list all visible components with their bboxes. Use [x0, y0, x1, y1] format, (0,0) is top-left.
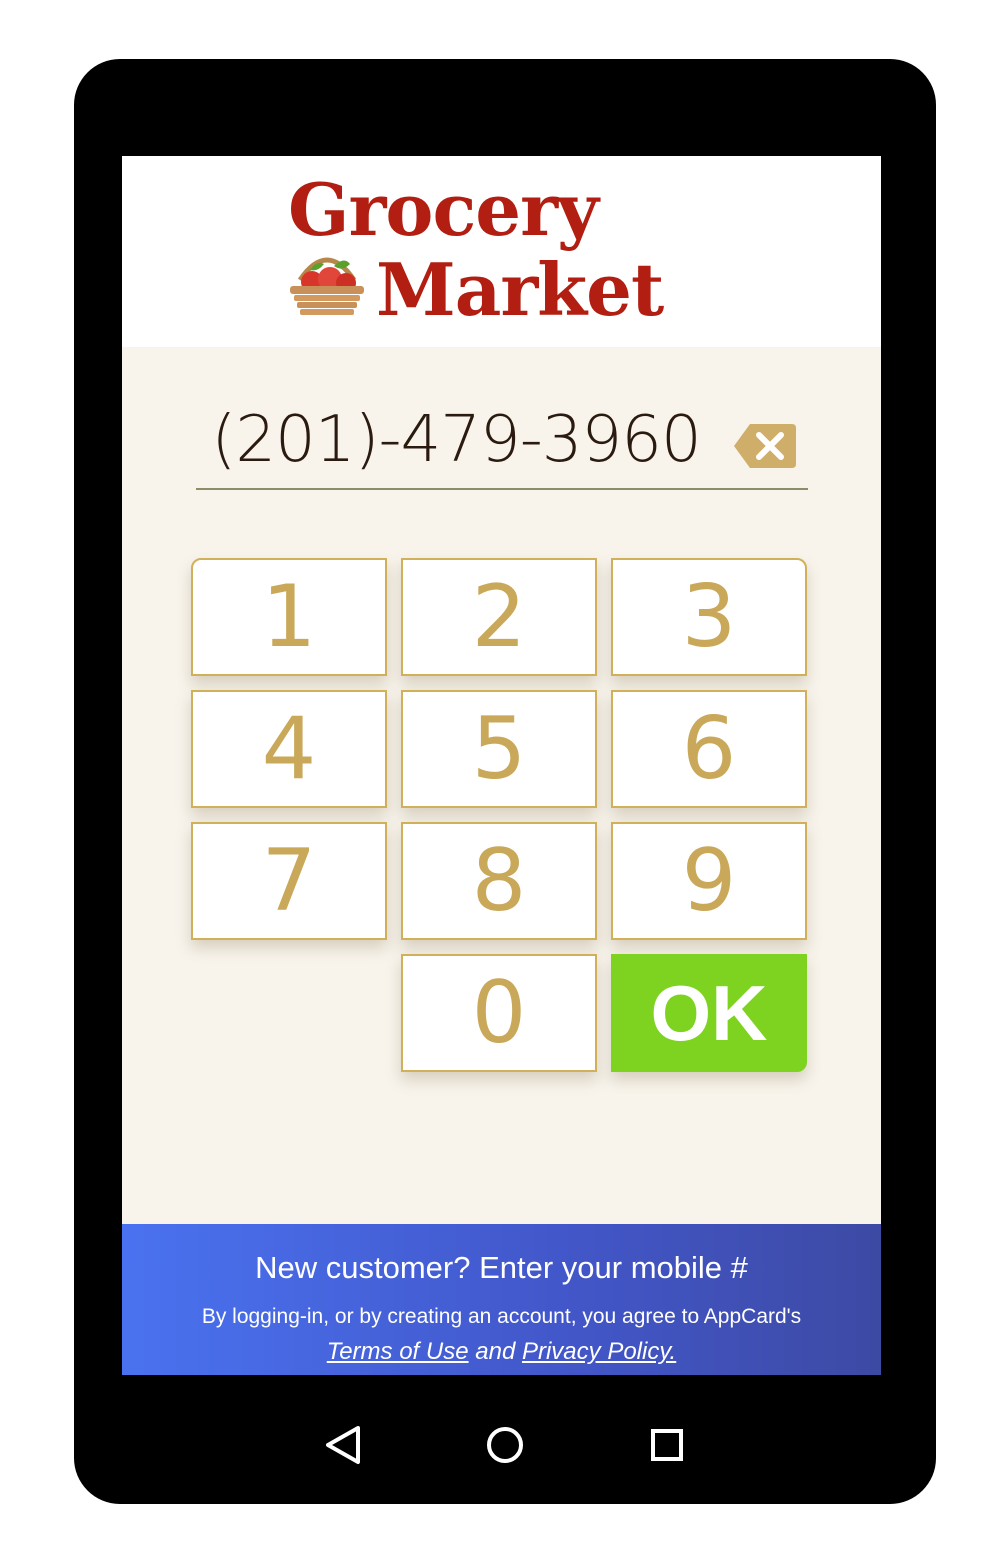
key-9[interactable]: 9 [611, 822, 807, 940]
legal-text: By logging-in, or by creating an account… [201, 1305, 802, 1328]
legal-links: Terms of Use and Privacy Policy. [122, 1336, 881, 1368]
key-8[interactable]: 8 [401, 822, 597, 940]
android-nav-bar [74, 1390, 936, 1500]
key-4[interactable]: 4 [191, 690, 387, 808]
key-0[interactable]: 0 [401, 954, 597, 1072]
home-circle-icon[interactable] [480, 1420, 530, 1470]
key-3[interactable]: 3 [611, 558, 807, 676]
app-screen: Grocery Market (201)-479-3960 1 2 3 4 5 … [122, 156, 881, 1375]
logo-line1: Grocery [288, 167, 599, 252]
key-5[interactable]: 5 [401, 690, 597, 808]
phone-number-display[interactable]: (201)-479-3960 [196, 400, 716, 480]
ok-button[interactable]: OK [611, 954, 807, 1072]
recent-apps-square-icon[interactable] [642, 1420, 692, 1470]
privacy-policy-link[interactable]: Privacy Policy. [522, 1338, 676, 1365]
keypad: 1 2 3 4 5 6 7 8 9 0 OK [191, 558, 811, 1078]
terms-of-use-link[interactable]: Terms of Use [327, 1338, 469, 1365]
key-1[interactable]: 1 [191, 558, 387, 676]
backspace-icon[interactable] [732, 422, 798, 470]
key-7[interactable]: 7 [191, 822, 387, 940]
phone-input-row: (201)-479-3960 [196, 394, 808, 490]
key-6[interactable]: 6 [611, 690, 807, 808]
grocery-market-logo: Grocery Market [282, 166, 702, 336]
new-customer-banner: New customer? Enter your mobile # By log… [122, 1224, 881, 1375]
key-2[interactable]: 2 [401, 558, 597, 676]
back-triangle-icon[interactable] [320, 1420, 370, 1470]
logo-line2: Market [376, 247, 664, 332]
and-text: and [475, 1338, 516, 1365]
basket-icon [290, 257, 364, 315]
header: Grocery Market [122, 156, 881, 347]
new-customer-title[interactable]: New customer? Enter your mobile # [122, 1248, 881, 1288]
